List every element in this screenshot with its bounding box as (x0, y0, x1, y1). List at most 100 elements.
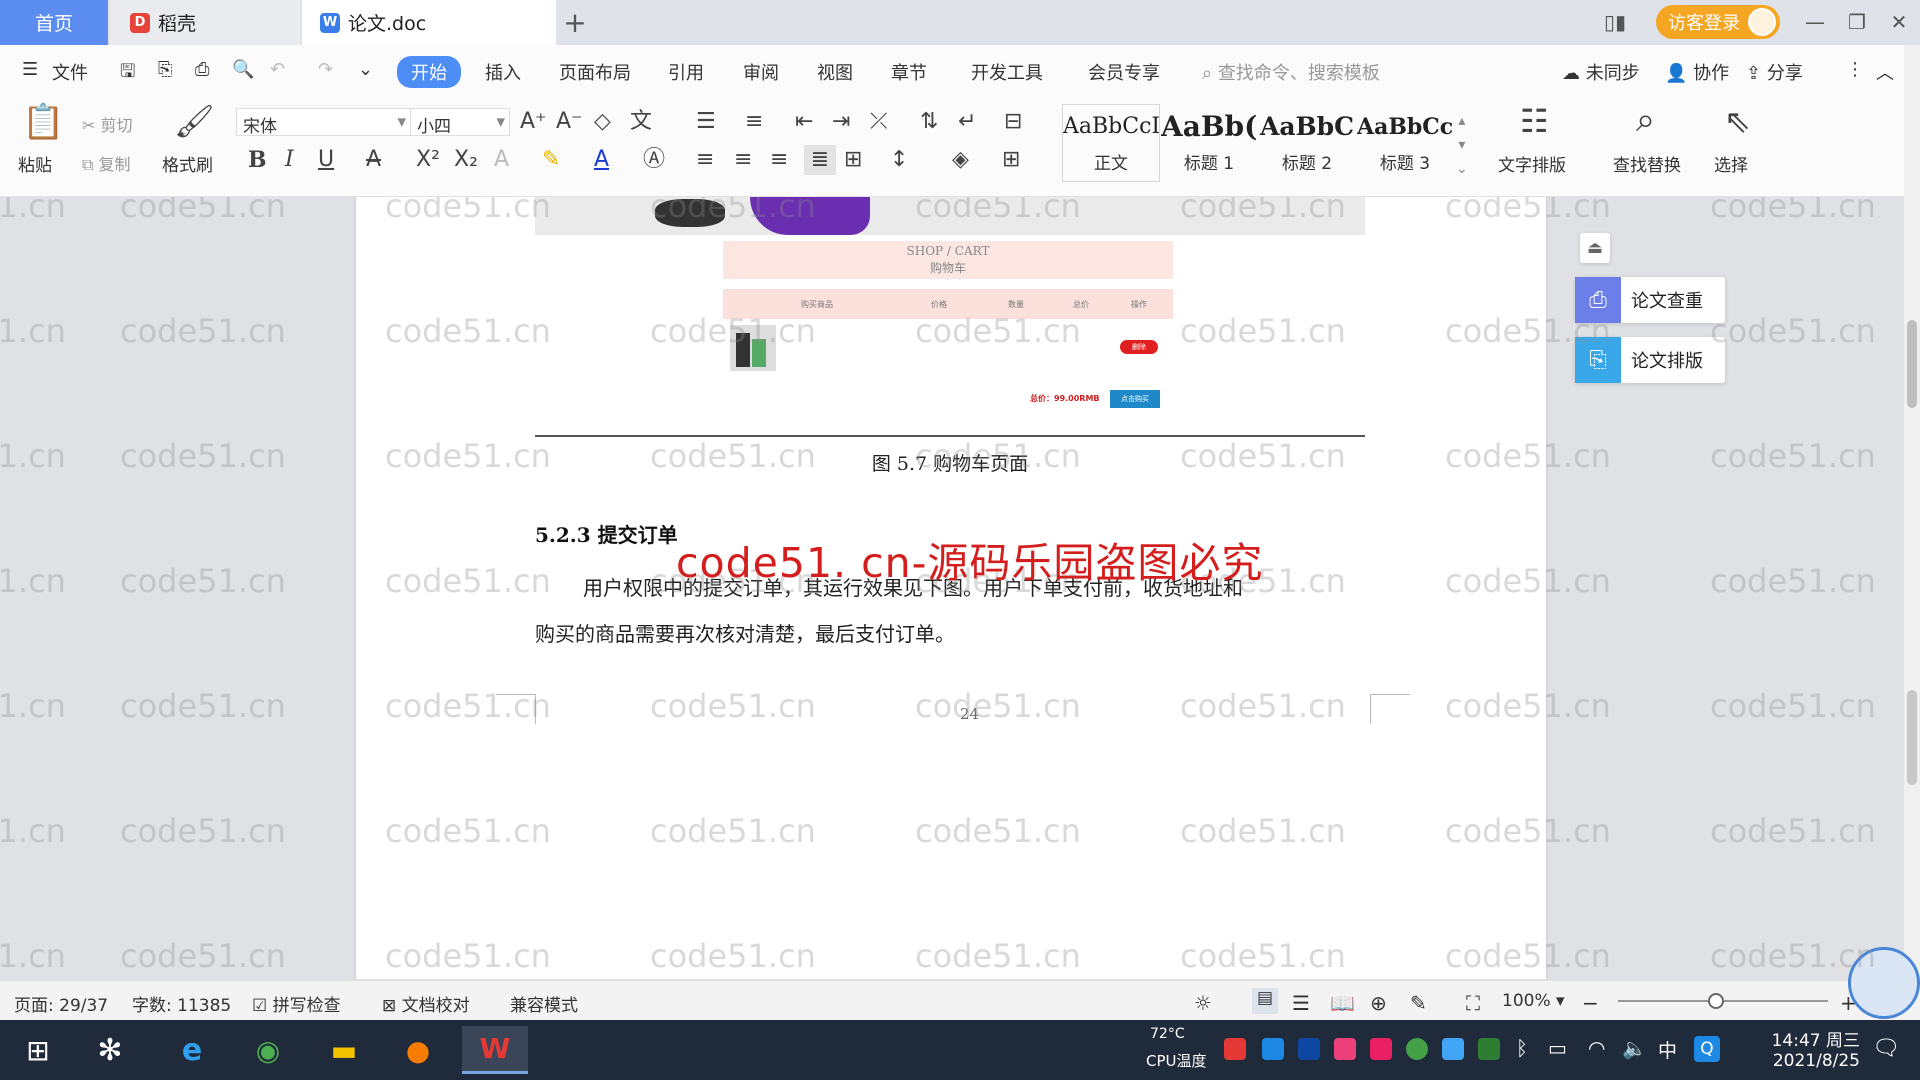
close-icon[interactable]: ✕ (1882, 6, 1916, 38)
align-center-icon[interactable]: ≡ (734, 149, 752, 171)
outline-view-icon[interactable]: ☰ (1292, 991, 1310, 1015)
clock-time[interactable]: 14:47 周三 (1740, 1026, 1860, 1051)
quick-access-more-icon[interactable]: ⌄ (358, 59, 373, 80)
text-effect-icon[interactable]: A (494, 149, 509, 171)
style-normal[interactable]: AaBbCcI 正文 (1062, 104, 1160, 182)
menu-chapter[interactable]: 章节 (891, 59, 927, 85)
bullet-list-icon[interactable]: ☰ (696, 111, 716, 133)
word-count[interactable]: 字数: 11385 (132, 991, 231, 1016)
tray-app-icon[interactable] (1406, 1038, 1428, 1060)
sync-status[interactable]: ☁ 未同步 (1562, 59, 1640, 85)
styles-scroll-icon[interactable]: ▴ ▾ ⌄ (1456, 109, 1468, 181)
more-icon[interactable]: ⋮ (1846, 59, 1864, 80)
decrease-font-icon[interactable]: A⁻ (556, 111, 583, 133)
tray-app-icon[interactable] (1370, 1038, 1392, 1060)
tray-app-icon[interactable] (1442, 1038, 1464, 1060)
tab-home[interactable]: 首页 (0, 0, 108, 45)
assistant-avatar[interactable] (1848, 947, 1920, 1019)
paste-button[interactable]: 粘贴 (18, 151, 52, 176)
layout-toggle-icon[interactable]: ▯▮ (1598, 6, 1632, 38)
scrollbar-thumb[interactable] (1907, 320, 1917, 408)
paper-format-button[interactable]: ⎘ 论文排版 (1575, 337, 1725, 383)
eye-protect-icon[interactable]: ☼ (1194, 991, 1212, 1015)
tray-app-icon[interactable] (1334, 1038, 1356, 1060)
collab-button[interactable]: 👤 协作 (1665, 59, 1729, 85)
increase-font-icon[interactable]: A⁺ (520, 111, 547, 133)
document-page-next[interactable] (356, 867, 1546, 979)
notification-icon[interactable]: 🗨 (1872, 1036, 1900, 1061)
menu-file[interactable]: 文件 (52, 59, 88, 85)
paste-icon[interactable]: 📋 (22, 105, 64, 139)
format-painter-icon[interactable]: 🖌 (174, 105, 215, 137)
battery-icon[interactable]: ▭ (1548, 1036, 1567, 1060)
print-icon[interactable]: ⎙ (195, 59, 209, 80)
find-replace-button[interactable]: 查找替换 (1613, 151, 1681, 176)
style-heading-2[interactable]: AaBbC 标题 2 (1258, 104, 1356, 182)
menu-start[interactable]: 开始 (397, 56, 461, 88)
bold-icon[interactable]: B (248, 149, 267, 171)
increase-indent-icon[interactable]: ⇥ (832, 111, 850, 133)
italic-icon[interactable]: I (285, 149, 294, 171)
hamburger-icon[interactable]: ☰ (22, 59, 38, 80)
subscript-icon[interactable]: X₂ (454, 149, 478, 171)
zoom-level[interactable]: 100% ▾ (1502, 991, 1565, 1011)
distribute-icon[interactable]: ⊞ (844, 149, 862, 171)
numbered-list-icon[interactable]: ≡ (745, 111, 763, 133)
tab-stop-icon[interactable]: ⊟ (1004, 111, 1022, 133)
borders-icon[interactable]: ⊞ (1002, 149, 1020, 171)
char-border-icon[interactable]: Ⓐ (643, 149, 665, 171)
justify-icon[interactable]: ≣ (804, 145, 836, 175)
wps-writer-icon[interactable]: W (462, 1026, 528, 1074)
show-marks-icon[interactable]: ↵ (958, 111, 976, 133)
text-layout-button[interactable]: 文字排版 (1498, 151, 1566, 176)
menu-view[interactable]: 视图 (817, 59, 853, 85)
menu-page-layout[interactable]: 页面布局 (559, 59, 631, 85)
visitor-login-button[interactable]: 访客登录 (1656, 5, 1780, 39)
fit-page-icon[interactable]: ⛶ (1466, 991, 1480, 1015)
align-right-icon[interactable]: ≡ (770, 149, 788, 171)
select-button[interactable]: 选择 (1714, 151, 1748, 176)
style-heading-3[interactable]: AaBbCcl 标题 3 (1356, 104, 1454, 182)
font-name-select[interactable]: 宋体 ▾ (236, 108, 411, 137)
tab-daoke[interactable]: D 稻壳 (110, 0, 300, 45)
cursor-icon[interactable]: ⇖ (1724, 105, 1751, 137)
align-left-icon[interactable]: ≡ (696, 149, 714, 171)
font-size-select[interactable]: 小四 ▾ (410, 108, 510, 137)
zoom-slider-thumb[interactable] (1708, 993, 1724, 1009)
minimize-icon[interactable]: — (1798, 6, 1832, 38)
text-layout-icon[interactable]: ☷ (1520, 105, 1549, 137)
copy-button[interactable]: ⧉ 复制 (82, 151, 131, 175)
redo-icon[interactable]: ↷ (318, 59, 333, 80)
write-mode-icon[interactable]: ✎ (1410, 991, 1427, 1015)
menu-developer[interactable]: 开发工具 (971, 59, 1043, 85)
font-color-icon[interactable]: A (594, 149, 609, 171)
reading-view-icon[interactable]: 📖 (1330, 991, 1355, 1015)
page-indicator[interactable]: 页面: 29/37 (14, 991, 108, 1016)
export-icon[interactable]: ⎘ (158, 59, 172, 80)
collapse-ribbon-icon[interactable]: ︿ (1876, 59, 1894, 85)
restore-icon[interactable]: ❐ (1840, 6, 1874, 38)
tray-app-icon[interactable] (1478, 1038, 1500, 1060)
line-spacing-icon[interactable]: ↕ (890, 149, 908, 171)
chinese-layout-icon[interactable]: ⤫ (870, 111, 888, 133)
paper-check-button[interactable]: ⎙ 论文查重 (1575, 277, 1725, 323)
magnifier-icon[interactable]: ⌕ (1636, 103, 1655, 137)
style-heading-1[interactable]: AaBb( 标题 1 (1160, 104, 1258, 182)
shading-icon[interactable]: ◈ (952, 149, 969, 171)
proofread-button[interactable]: ⊠ 文档校对 (382, 991, 470, 1016)
ime-indicator[interactable]: 中 (1658, 1036, 1677, 1063)
file-explorer-icon[interactable]: ▬ (316, 1026, 372, 1074)
strikethrough-icon[interactable]: A (366, 149, 381, 171)
input-method-icon[interactable]: Q (1694, 1036, 1720, 1062)
vertical-scrollbar[interactable] (1904, 45, 1920, 980)
clear-format-icon[interactable]: ◇ (594, 111, 611, 133)
windows-start-icon[interactable]: ⊞ (10, 1026, 66, 1074)
shield-icon[interactable] (1298, 1038, 1320, 1060)
superscript-icon[interactable]: X² (416, 149, 440, 171)
tray-app-icon[interactable] (1224, 1038, 1246, 1060)
highlight-icon[interactable]: ✎ (542, 149, 560, 171)
bluetooth-icon[interactable]: ᛒ (1516, 1036, 1528, 1060)
scrollbar-thumb-secondary[interactable] (1907, 690, 1917, 785)
sort-icon[interactable]: ⇅ (920, 111, 938, 133)
underline-icon[interactable]: U (318, 149, 334, 171)
